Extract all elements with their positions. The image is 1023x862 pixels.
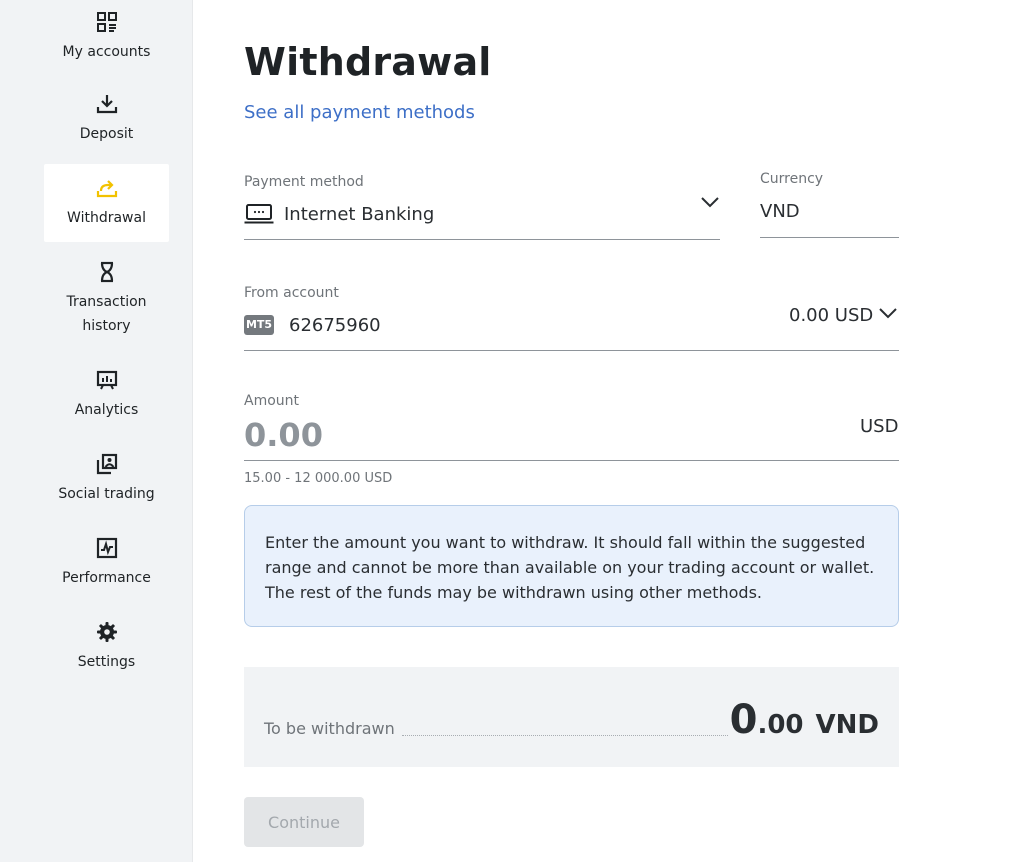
payment-method-label: Payment method [244, 174, 364, 190]
sidebar-item-label: Performance [62, 570, 151, 586]
sidebar-item-label: My accounts [62, 44, 151, 60]
performance-chart-icon [96, 537, 117, 559]
sidebar-item-label: Transaction history [66, 294, 147, 334]
info-message: Enter the amount you want to withdraw. I… [244, 505, 899, 627]
sidebar-item-social-trading[interactable]: Social trading [44, 446, 169, 524]
summary-amount: 0 .00 VND [730, 697, 879, 743]
payment-method-value: Internet Banking [284, 204, 435, 225]
withdraw-upload-icon [96, 180, 117, 198]
hourglass-icon [100, 261, 113, 283]
currency-value: VND [760, 201, 800, 222]
sidebar-item-performance[interactable]: Performance [44, 530, 169, 608]
amount-input[interactable] [244, 414, 804, 456]
download-icon [96, 95, 117, 114]
sidebar-item-label: Settings [77, 654, 136, 670]
see-all-payment-methods-link[interactable]: See all payment methods [244, 102, 475, 123]
currency-underline [760, 237, 899, 238]
from-account-underline [244, 350, 899, 351]
sidebar-item-my-accounts[interactable]: My accounts [44, 0, 169, 78]
account-number: 62675960 [289, 315, 381, 336]
laptop-icon [244, 204, 274, 224]
sidebar-item-withdrawal[interactable]: Withdrawal [44, 164, 169, 242]
gear-icon [96, 622, 117, 642]
from-account-label: From account [244, 285, 339, 301]
platform-badge: MT5 [244, 315, 274, 335]
sidebar: My accounts Deposit Withdrawal Transacti… [0, 0, 193, 862]
sidebar-item-settings[interactable]: Settings [44, 614, 169, 692]
amount-range-hint: 15.00 - 12 000.00 USD [244, 471, 393, 486]
sidebar-item-label: Deposit [79, 126, 134, 142]
withdraw-summary: To be withdrawn 0 .00 VND [244, 667, 899, 767]
amount-label: Amount [244, 393, 300, 409]
sidebar-item-label: Analytics [74, 402, 139, 418]
sidebar-item-transaction-history[interactable]: Transaction history [44, 254, 169, 346]
summary-label: To be withdrawn [264, 719, 395, 738]
summary-amount-decimal: .00 [757, 710, 804, 740]
amount-underline [244, 460, 899, 461]
summary-dotted-leader [402, 735, 728, 736]
sidebar-item-label: Withdrawal [67, 210, 146, 226]
sidebar-item-deposit[interactable]: Deposit [44, 86, 169, 164]
currency-label: Currency [760, 171, 824, 187]
accounts-grid-icon [96, 12, 117, 32]
account-balance: 0.00 USD [789, 305, 874, 326]
analytics-board-icon [96, 370, 117, 390]
social-trading-icon [96, 453, 117, 475]
summary-currency: VND [815, 710, 879, 740]
page-title: Withdrawal [244, 40, 492, 84]
summary-amount-integer: 0 [729, 697, 758, 743]
chevron-down-icon[interactable] [699, 195, 721, 209]
withdrawal-app: My accounts Deposit Withdrawal Transacti… [0, 0, 1023, 862]
chevron-down-icon[interactable] [877, 306, 899, 320]
sidebar-item-analytics[interactable]: Analytics [44, 362, 169, 440]
payment-method-underline [244, 239, 720, 240]
amount-currency: USD [860, 416, 899, 437]
sidebar-item-label: Social trading [58, 486, 155, 502]
continue-button[interactable]: Continue [244, 797, 364, 847]
